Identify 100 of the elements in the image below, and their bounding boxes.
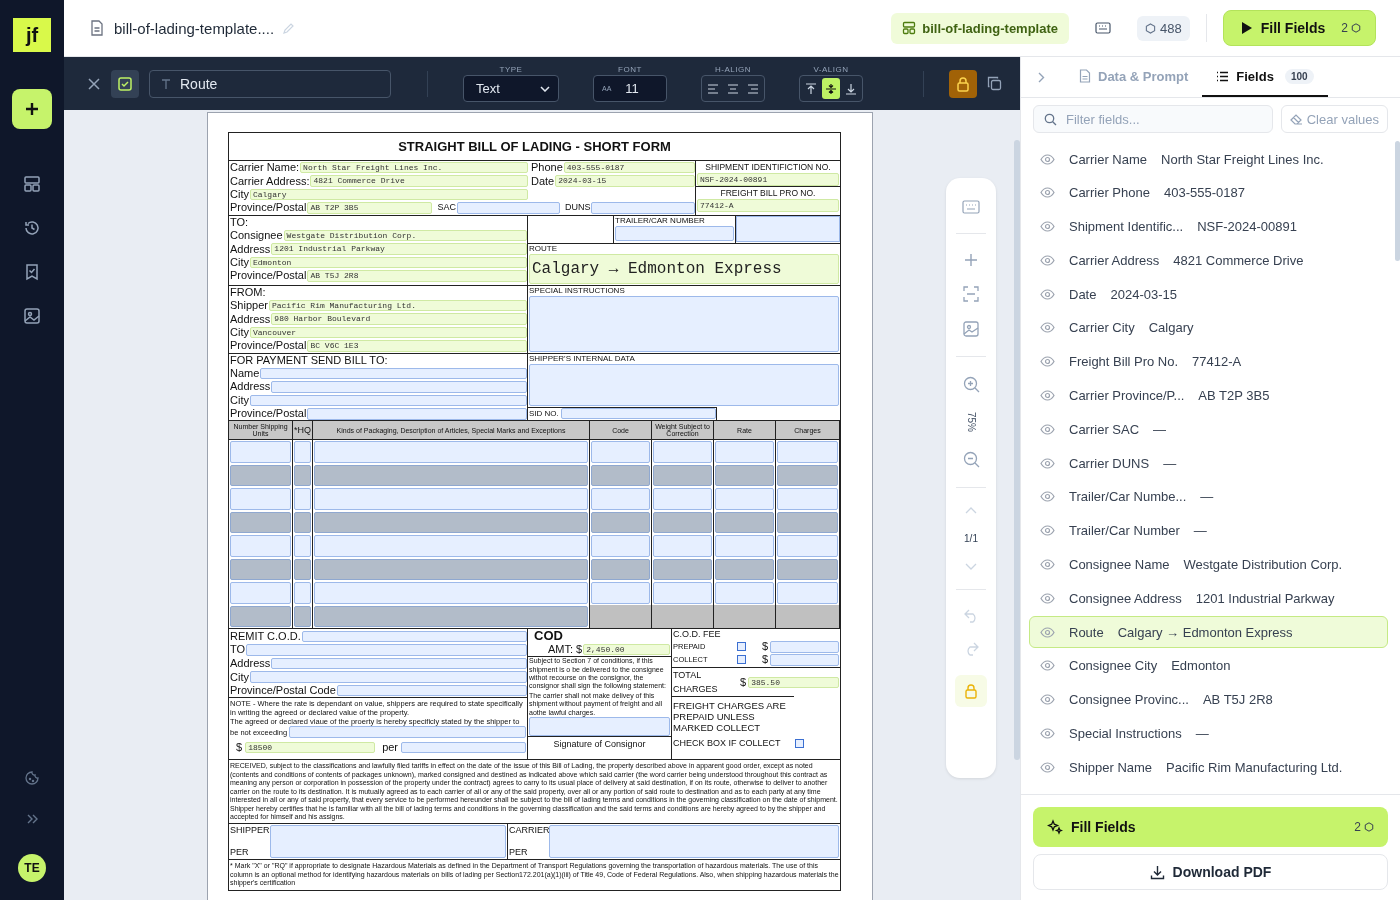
table-field[interactable]	[653, 511, 712, 534]
field-list-item[interactable]: Shipment Identific... NSF-2024-00891	[1029, 210, 1388, 243]
eye-icon[interactable]	[1040, 694, 1055, 706]
checkbox[interactable]	[737, 655, 746, 665]
form-field[interactable]: Edmonton	[249, 256, 527, 269]
table-field[interactable]	[230, 582, 291, 604]
table-field[interactable]	[777, 488, 838, 510]
field-list-item[interactable]: Consignee Provinc... AB T5J 2R8	[1029, 683, 1388, 716]
field-list-item[interactable]: Shipper Name Pacific Rim Manufacturing Ltd.	[1029, 751, 1388, 784]
table-field[interactable]	[294, 511, 311, 534]
table-field[interactable]	[591, 535, 650, 557]
table-field[interactable]	[715, 488, 774, 510]
form-field[interactable]	[246, 644, 527, 656]
keyboard-icon[interactable]	[962, 200, 980, 214]
field-name-input[interactable]: Route	[149, 69, 391, 98]
template-chip[interactable]: bill-of-lading-template	[891, 12, 1070, 44]
form-field[interactable]: 1201 Industrial Parkway	[271, 243, 527, 255]
table-field[interactable]	[777, 558, 838, 581]
form-field[interactable]: 18500	[245, 741, 376, 754]
eye-icon[interactable]	[1040, 457, 1055, 469]
form-field[interactable]: 77412-A	[697, 199, 839, 212]
eye-icon[interactable]	[1040, 254, 1055, 266]
table-field[interactable]	[715, 582, 774, 604]
table-field[interactable]	[591, 441, 650, 463]
field-list-item[interactable]: Route Calgary → Edmonton Express	[1029, 616, 1388, 649]
field-list-item[interactable]: Consignee City Edmonton	[1029, 649, 1388, 682]
form-field[interactable]: 980 Harbor Boulevard	[271, 313, 527, 325]
form-field[interactable]: 403-555-0187	[563, 161, 695, 174]
table-field[interactable]	[314, 441, 588, 463]
form-field[interactable]	[271, 657, 527, 670]
table-field[interactable]	[591, 488, 650, 510]
zoom-in-icon[interactable]	[962, 376, 980, 393]
table-field[interactable]	[653, 535, 712, 557]
copy-icon[interactable]	[987, 76, 1002, 91]
table-field[interactable]	[230, 558, 291, 581]
field-list-item[interactable]: Freight Bill Pro No. 77412-A	[1029, 345, 1388, 378]
table-field[interactable]	[777, 441, 838, 463]
eye-icon[interactable]	[1040, 423, 1055, 435]
file-name[interactable]: bill-of-lading-template....	[114, 19, 275, 37]
eye-icon[interactable]	[1040, 153, 1055, 165]
form-field[interactable]: 2,450.00	[583, 643, 670, 656]
table-field[interactable]	[653, 488, 712, 510]
form-field[interactable]: Pacific Rim Manufacturing Ltd.	[268, 299, 527, 312]
signature-field[interactable]	[549, 825, 839, 859]
form-field[interactable]	[249, 394, 527, 407]
chevron-up-icon[interactable]	[965, 507, 977, 514]
checkbox[interactable]	[737, 642, 746, 652]
table-field[interactable]	[314, 511, 588, 534]
download-pdf-button[interactable]: Download PDF	[1033, 854, 1388, 890]
fill-fields-button[interactable]: Fill Fields 2	[1033, 807, 1388, 847]
form-field[interactable]	[770, 641, 839, 653]
field-list-item[interactable]: Carrier Address 4821 Commerce Drive	[1029, 244, 1388, 277]
form-field[interactable]: North Star Freight Lines Inc.	[300, 161, 528, 174]
new-button[interactable]	[12, 89, 52, 129]
form-field[interactable]: Westgate Distribution Corp.	[283, 229, 527, 242]
table-field[interactable]	[314, 488, 588, 510]
form-field[interactable]: Calgary	[249, 188, 528, 201]
form-field[interactable]: 4821 Commerce Drive	[310, 175, 528, 187]
signature-field[interactable]	[270, 825, 506, 859]
field-list-item[interactable]: Carrier City Calgary	[1029, 312, 1388, 344]
eye-icon[interactable]	[1040, 491, 1055, 503]
add-icon[interactable]	[964, 253, 978, 267]
table-field[interactable]	[230, 511, 291, 534]
eye-icon[interactable]	[1040, 660, 1055, 672]
table-field[interactable]	[230, 535, 291, 557]
table-field[interactable]	[777, 582, 838, 604]
form-field[interactable]	[529, 363, 839, 406]
table-field[interactable]	[715, 441, 774, 463]
pencil-icon[interactable]	[282, 21, 296, 35]
table-field[interactable]	[777, 511, 838, 534]
field-list-item[interactable]: Trailer/Car Number —	[1029, 514, 1388, 547]
table-field[interactable]	[591, 558, 650, 581]
form-field[interactable]	[336, 684, 527, 697]
table-field[interactable]	[715, 464, 774, 487]
type-select[interactable]: Text	[463, 75, 559, 102]
checkbox[interactable]	[794, 739, 804, 749]
table-field[interactable]	[715, 535, 774, 557]
table-field[interactable]	[230, 488, 291, 510]
bookmark-icon[interactable]	[23, 263, 41, 281]
field-list-item[interactable]: Carrier Name North Star Freight Lines Inc.	[1029, 143, 1388, 175]
table-field[interactable]	[314, 535, 588, 557]
table-field[interactable]	[230, 441, 291, 463]
table-field[interactable]	[591, 511, 650, 534]
table-field[interactable]	[591, 464, 650, 487]
table-field[interactable]	[314, 464, 588, 487]
route-field[interactable]: Calgary → Edmonton Express	[529, 253, 839, 284]
expand-icon[interactable]	[25, 812, 39, 826]
field-list-item[interactable]: Carrier Province/P... AB T2P 3B5	[1029, 379, 1388, 412]
form-field[interactable]	[260, 367, 527, 380]
table-field[interactable]	[294, 558, 311, 581]
fill-fields-button[interactable]: Fill Fields 2	[1222, 10, 1376, 46]
table-field[interactable]	[715, 511, 774, 534]
eye-icon[interactable]	[1040, 559, 1055, 571]
form-field[interactable]: NSF-2024-00891	[697, 173, 839, 186]
field-list-item[interactable]: Carrier SAC —	[1029, 413, 1388, 446]
scan-icon[interactable]	[963, 286, 979, 302]
table-field[interactable]	[653, 558, 712, 581]
form-field[interactable]	[456, 202, 560, 214]
eye-icon[interactable]	[1040, 525, 1055, 537]
cookie-icon[interactable]	[24, 770, 40, 786]
